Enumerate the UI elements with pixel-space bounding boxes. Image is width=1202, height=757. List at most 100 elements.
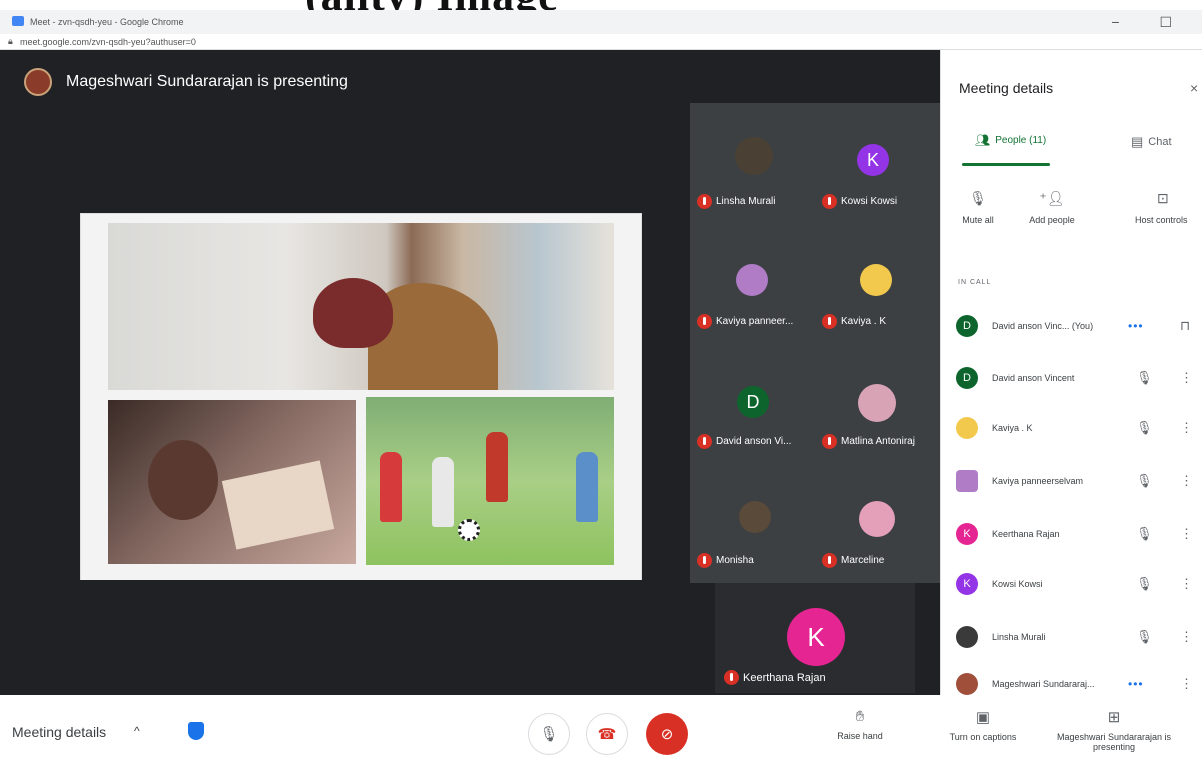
participant-tile-label: David anson Vi... [697, 434, 791, 449]
meeting-details-button[interactable]: Meeting details [12, 724, 106, 740]
present-now-button[interactable]: ⊞ Mageshwari Sundararajan is presenting [1044, 708, 1184, 757]
avatar: K [956, 573, 978, 595]
person-name: Linsha Murali [992, 632, 1046, 642]
camera-button[interactable]: ⊘ [646, 713, 688, 755]
participant-tile-label: Matlina Antoniraj [822, 434, 915, 449]
leave-call-button[interactable]: ☎︎ [586, 713, 628, 755]
avatar [956, 673, 978, 695]
url-text[interactable]: meet.google.com/zvn-qsdh-yeu?authuser=0 [20, 37, 196, 47]
chevron-up-icon[interactable]: ^ [134, 724, 140, 738]
participant-tile-label: Marceline [822, 553, 884, 568]
mic-off-icon [822, 553, 837, 568]
participant-avatar [858, 384, 896, 422]
slide-image-girl-headphones [108, 223, 614, 390]
mic-off-icon [697, 194, 712, 209]
browser-window-title: Meet - zvn-qsdh-yeu - Google Chrome [30, 17, 184, 27]
person-name: Kaviya . K [992, 423, 1033, 433]
participant-avatar [736, 264, 768, 296]
more-options-icon[interactable]: ⋮ [1180, 473, 1193, 489]
browser-title-bar: Meet - zvn-qsdh-yeu - Google Chrome − ☐ [0, 10, 1202, 34]
people-list-item[interactable]: K Keerthana Rajan 🎙︎ ⋮ [956, 519, 1202, 549]
hat-shape [313, 278, 393, 348]
host-controls-button[interactable]: ⊡ Host controls [1135, 190, 1202, 225]
captions-icon: ▣ [975, 709, 991, 726]
avatar: D [956, 367, 978, 389]
person-name: Kaviya panneerselvam [992, 476, 1084, 486]
person-name: David anson Vincent [992, 373, 1075, 383]
people-list-item[interactable]: Kaviya . K 🎙︎ ⋮ [956, 413, 1202, 443]
more-options-icon[interactable]: ⋮ [1180, 576, 1193, 592]
more-options-icon[interactable]: ⋮ [1180, 629, 1193, 645]
more-options-icon[interactable]: ⋮ [1180, 526, 1193, 542]
football-shape [458, 519, 480, 541]
mic-off-icon: 🎙︎ [1136, 526, 1153, 541]
tab-people[interactable]: 👥︎ People (11) [975, 133, 1046, 147]
address-bar[interactable]: 🔒︎ meet.google.com/zvn-qsdh-yeu?authuser… [0, 34, 1202, 50]
more-options-icon[interactable]: ⋮ [1180, 676, 1193, 692]
participant-grid [690, 103, 940, 583]
person-name: Mageshwari Sundararaj... [992, 679, 1095, 689]
people-list-item[interactable]: D David anson Vinc... (You) ••• ⊓ [956, 311, 1202, 341]
person-name: Kowsi Kowsi [992, 579, 1043, 589]
avatar [956, 626, 978, 648]
mic-off-icon: 🎙︎ [1136, 420, 1153, 435]
mic-off-icon [822, 194, 837, 209]
participant-tile-label: Linsha Murali [697, 194, 775, 209]
present-icon: ⊞ [1107, 709, 1121, 726]
more-options-icon[interactable]: ⋮ [1180, 420, 1193, 436]
panel-title: Meeting details [959, 80, 1054, 96]
kid-figure [576, 452, 598, 522]
participant-avatar [735, 137, 773, 175]
active-tab-indicator [962, 163, 1050, 166]
captions-button[interactable]: ▣ Turn on captions [938, 708, 1028, 742]
people-list-item[interactable]: D David anson Vincent 🎙︎ ⋮ [956, 363, 1202, 393]
mic-off-icon: 🎙︎ [1136, 370, 1153, 385]
shield-icon[interactable] [188, 722, 204, 740]
add-people-button[interactable]: ⁺👤︎ Add people [1022, 190, 1082, 225]
avatar: D [956, 315, 978, 337]
tab-chat[interactable]: ▤ Chat [1131, 134, 1172, 150]
kid-figure [380, 452, 402, 522]
mic-off-icon [697, 553, 712, 568]
mic-off-icon: 🎙︎ [969, 190, 987, 206]
participant-tile-label: Kaviya . K [822, 314, 886, 329]
participant-tile-label: Kaviya panneer... [697, 314, 793, 329]
mute-all-button[interactable]: 🎙︎ Mute all [958, 190, 998, 225]
close-icon[interactable]: × [1190, 80, 1198, 96]
kid-figure [432, 457, 454, 527]
window-controls[interactable]: − ☐ [1111, 14, 1190, 31]
mic-off-icon [697, 314, 712, 329]
microphone-icon: 🎙︎ [539, 726, 559, 743]
mic-off-icon: 🎙︎ [1136, 629, 1153, 644]
lock-icon: 🔒︎ [8, 36, 13, 46]
participant-avatar: K [857, 144, 889, 176]
raise-hand-button[interactable]: ✋︎ Raise hand [830, 708, 890, 741]
mic-off-icon: 🎙︎ [1136, 473, 1153, 488]
avatar: K [956, 523, 978, 545]
people-list-item[interactable]: Mageshwari Sundararaj... ••• ⋮ [956, 673, 1202, 695]
hand-icon: ✋︎ [855, 708, 865, 725]
people-list-item[interactable]: K Kowsi Kowsi 🎙︎ ⋮ [956, 569, 1202, 599]
camera-off-icon: ⊘ [660, 726, 674, 743]
people-list-item[interactable]: Kaviya panneerselvam 🎙︎ ⋮ [956, 466, 1202, 496]
people-icon: 👥︎ [975, 133, 991, 147]
pin-icon[interactable]: ⊓ [1180, 318, 1190, 334]
participant-avatar: D [737, 386, 769, 418]
meet-favicon-icon [12, 16, 24, 26]
chat-icon: ▤ [1131, 134, 1144, 149]
presenter-avatar [24, 68, 52, 96]
slide-image-kids-football [366, 397, 614, 565]
host-controls-icon: ⊡ [1157, 190, 1169, 206]
microphone-button[interactable]: 🎙︎ [528, 713, 570, 755]
people-list-item[interactable]: Linsha Murali 🎙︎ ⋮ [956, 622, 1202, 652]
participant-avatar [739, 501, 771, 533]
avatar [956, 417, 978, 439]
participant-tile-label: Monisha [697, 553, 754, 568]
book-shape [221, 460, 335, 550]
mic-off-icon [822, 314, 837, 329]
kid-figure [486, 432, 508, 502]
speaker-avatar: K [787, 608, 845, 666]
more-options-icon[interactable]: ⋮ [1180, 370, 1193, 386]
presenter-label: Mageshwari Sundararajan is presenting [66, 73, 348, 90]
audio-level-icon: ••• [1128, 677, 1144, 691]
